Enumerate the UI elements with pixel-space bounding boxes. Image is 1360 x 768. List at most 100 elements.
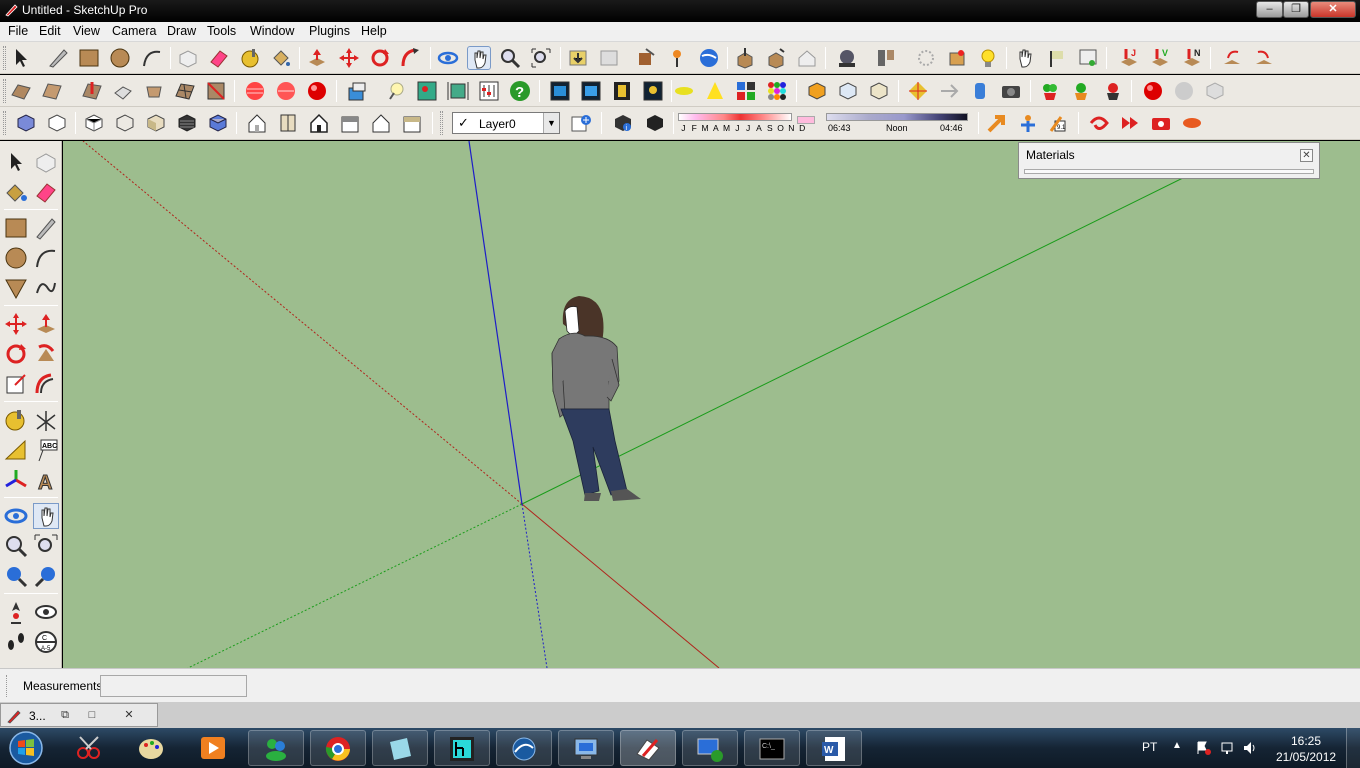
minidoc-restore-button[interactable]: ⧉ (56, 707, 74, 723)
iso-view-button[interactable] (14, 111, 38, 135)
scene-button[interactable] (874, 46, 898, 70)
barrel-button[interactable] (968, 79, 992, 103)
push-pull-button[interactable] (305, 46, 329, 70)
move-tool-button[interactable] (337, 46, 361, 70)
solid-intersect-button[interactable] (836, 79, 860, 103)
drape-button[interactable] (142, 79, 166, 103)
minimized-document[interactable]: 3... ⧉ □ ✕ (0, 703, 158, 727)
tray-language[interactable]: PT (1142, 740, 1157, 754)
follow-me-tool[interactable] (33, 341, 59, 367)
follow-me-button[interactable] (399, 46, 423, 70)
windows-start-button[interactable] (4, 729, 48, 767)
zoom-extents-button[interactable] (529, 46, 553, 70)
chevron-down-icon[interactable]: ▼ (543, 113, 559, 133)
film-strip-button[interactable] (610, 79, 634, 103)
menu-edit[interactable]: Edit (39, 24, 61, 38)
taskbar-vpn-client[interactable] (682, 730, 738, 766)
wireframe-button[interactable] (113, 111, 137, 135)
share-component-button[interactable] (634, 46, 658, 70)
eraser-tool-button[interactable] (207, 46, 231, 70)
eraser-tool[interactable] (33, 179, 59, 205)
line-tool-button[interactable] (46, 46, 70, 70)
protractor-tool[interactable] (3, 437, 29, 463)
shadow-time-slider[interactable]: 06:43 Noon 04:46 (826, 113, 968, 139)
circle-tool-button[interactable] (108, 46, 132, 70)
show-desktop-button[interactable] (1346, 728, 1360, 768)
top-house-button[interactable] (276, 111, 300, 135)
share-model-button[interactable] (597, 46, 621, 70)
modeling-viewport[interactable] (63, 141, 1360, 668)
month-slider-handle[interactable] (797, 116, 815, 124)
plugin-j-button[interactable]: J (1117, 46, 1141, 70)
taskbar-snipping-tool[interactable] (62, 730, 118, 766)
maximize-button[interactable]: ❐ (1283, 1, 1309, 18)
tray-clock-time[interactable]: 16:25 (1290, 734, 1322, 748)
taskbar-media-player[interactable] (186, 730, 242, 766)
freehand-tool[interactable] (33, 275, 59, 301)
dimension-tool[interactable] (33, 407, 59, 433)
google-earth-button[interactable] (697, 46, 721, 70)
shadow-month-slider[interactable]: J F M A M J J A S O N D (678, 113, 805, 139)
solid-subtract-button[interactable] (867, 79, 891, 103)
pan-tool[interactable] (33, 503, 59, 529)
minimize-button[interactable]: ‒ (1256, 1, 1283, 18)
redo-push-button[interactable] (1252, 46, 1276, 70)
warehouse-button[interactable] (795, 46, 819, 70)
film-2-button[interactable] (579, 79, 603, 103)
grey-cube-button[interactable] (1203, 79, 1227, 103)
tray-show-hidden-icon[interactable]: ▲ (1172, 740, 1182, 751)
menu-view[interactable]: View (73, 24, 100, 38)
select-tool-button[interactable] (9, 46, 33, 70)
red-tool-3-button[interactable] (1149, 111, 1173, 135)
grey-sphere-button[interactable] (1172, 79, 1196, 103)
textured-button[interactable] (175, 111, 199, 135)
tray-clock-date[interactable]: 21/05/2012 (1276, 750, 1336, 764)
axis-tool-button[interactable] (1016, 111, 1040, 135)
taskbar-notepad-app[interactable] (372, 730, 428, 766)
toolbar-grip[interactable] (3, 46, 6, 70)
sandbox-from-scratch-button[interactable] (40, 79, 64, 103)
menu-window[interactable]: Window (250, 24, 294, 38)
texture-arrows-button[interactable] (937, 79, 961, 103)
geo-location-button[interactable] (665, 46, 689, 70)
import-button[interactable] (733, 46, 757, 70)
layer-dropdown[interactable]: ✓ Layer0 ▼ (452, 112, 560, 134)
iso-house-button[interactable] (245, 111, 269, 135)
arc-tool[interactable] (33, 245, 59, 271)
get-models-button[interactable] (566, 46, 590, 70)
plant-pot-button[interactable] (1101, 79, 1125, 103)
help-button[interactable]: ? (508, 79, 532, 103)
taskbar-fractal-app[interactable] (434, 730, 490, 766)
tool-flags-button[interactable] (1045, 46, 1069, 70)
add-detail-button[interactable] (173, 79, 197, 103)
taskbar-remote-desktop[interactable] (558, 730, 614, 766)
menu-draw[interactable]: Draw (167, 24, 196, 38)
taskbar-sketchup[interactable] (620, 730, 676, 766)
position-camera-tool[interactable] (3, 599, 29, 625)
rectangle-tool[interactable] (3, 215, 29, 241)
tray-volume-icon[interactable] (1242, 740, 1258, 756)
menu-help[interactable]: Help (361, 24, 387, 38)
scale-figure[interactable] (551, 296, 641, 501)
photo-match-button[interactable] (345, 79, 369, 103)
make-component-button[interactable] (176, 46, 200, 70)
zoom-tool-button[interactable] (498, 46, 522, 70)
rotate-tool[interactable] (3, 341, 29, 367)
menu-tools[interactable]: Tools (207, 24, 236, 38)
plant-orange-button[interactable] (1069, 79, 1093, 103)
menu-plugins[interactable]: Plugins (309, 24, 350, 38)
rectangle-tool-button[interactable] (77, 46, 101, 70)
rotate-tool-button[interactable] (368, 46, 392, 70)
orbit-tool[interactable] (3, 503, 29, 529)
look-around-tool[interactable] (33, 599, 59, 625)
zoom-window-tool[interactable] (33, 533, 59, 559)
materials-panel[interactable]: Materials ✕ (1018, 142, 1320, 179)
red-tool-2-button[interactable] (1118, 111, 1142, 135)
color-blocks-button[interactable] (734, 79, 758, 103)
hand-pick-button[interactable] (1013, 46, 1037, 70)
window-tool-button[interactable] (1076, 46, 1100, 70)
red-tool-1-button[interactable] (1087, 111, 1111, 135)
move-tool[interactable] (3, 311, 29, 337)
select-tool[interactable] (3, 149, 29, 175)
sandbox-from-contours-button[interactable] (9, 79, 33, 103)
